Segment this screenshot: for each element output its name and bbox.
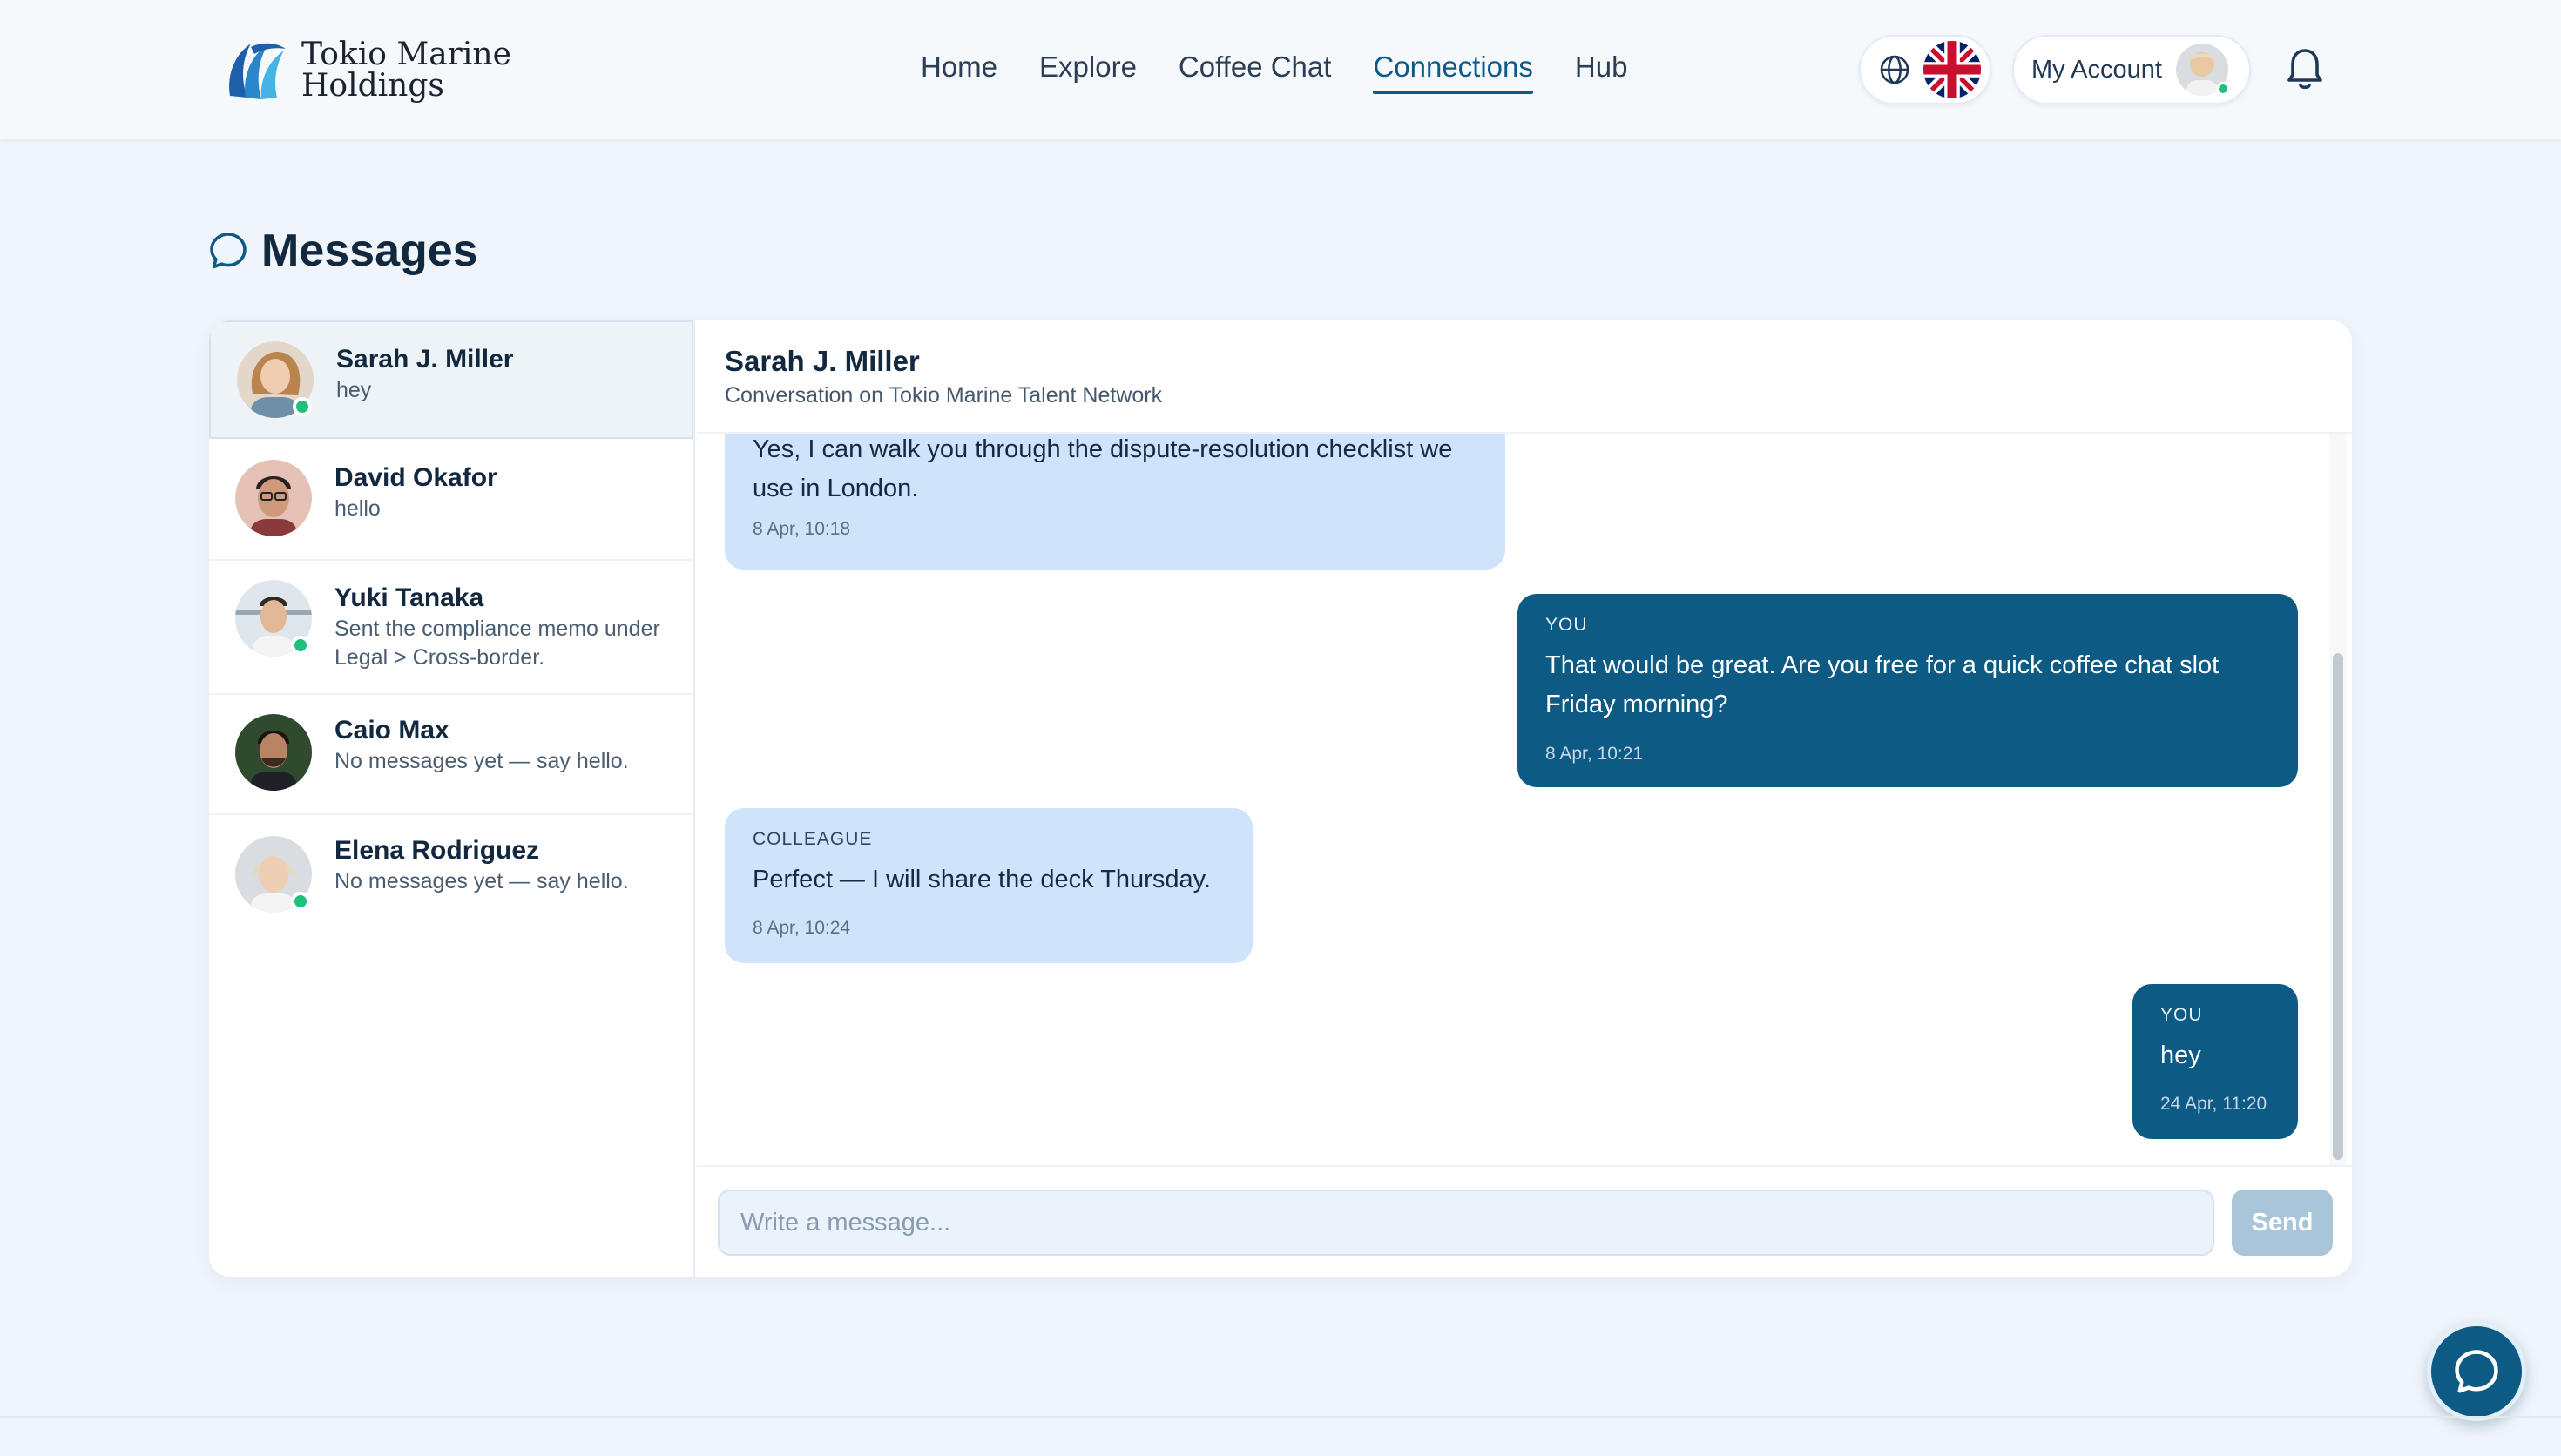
conversation-item-david-okafor[interactable]: David Okafor hello (209, 441, 693, 561)
main-nav: Home Explore Coffee Chat Connections Hub (921, 45, 1627, 98)
message-sender: YOU (2160, 1005, 2203, 1025)
nav-hub[interactable]: Hub (1575, 45, 1628, 91)
account-online-dot (2215, 82, 2230, 96)
conversation-name: David Okafor (334, 463, 497, 492)
chat-subtitle: Conversation on Tokio Marine Talent Netw… (725, 383, 1163, 408)
avatar (237, 341, 314, 418)
nav-connections[interactable]: Connections (1373, 45, 1534, 94)
message-thread[interactable]: Yes, I can walk you through the dispute-… (697, 434, 2352, 1165)
message-text: Yes, I can walk you through the dispute-… (753, 435, 1453, 502)
conversation-name: Sarah J. Miller (336, 345, 514, 374)
message-bubble-incoming: COLLEAGUE Perfect — I will share the dec… (725, 808, 1253, 963)
message-text: That would be great. Are you free for a … (1545, 651, 2220, 718)
conversation-name: Yuki Tanaka (334, 583, 484, 612)
message-text: hey (2160, 1041, 2201, 1069)
brand-name: Tokio Marine Holdings (301, 39, 511, 102)
conversation-preview: hello (334, 496, 381, 521)
footer-divider (0, 1416, 2561, 1418)
conversation-preview: No messages yet — say hello. (334, 749, 629, 773)
page-title: Messages (261, 226, 478, 276)
floating-chat-button[interactable] (2427, 1322, 2526, 1421)
chat-header: Sarah J. Miller Conversation on Tokio Ma… (697, 320, 2352, 434)
chat-bubble-icon (210, 233, 247, 269)
avatar-image (235, 460, 312, 536)
conversation-preview: Sent the compliance memo under Legal > C… (334, 617, 660, 670)
nav-explore[interactable]: Explore (1039, 45, 1137, 91)
bell-icon[interactable] (2284, 45, 2326, 94)
conversation-preview: No messages yet — say hello. (334, 869, 629, 893)
avatar (235, 460, 312, 536)
conversation-item-caio-max[interactable]: Caio Max No messages yet — say hello. (209, 695, 693, 815)
message-sender: COLLEAGUE (753, 829, 873, 849)
conversation-item-yuki-tanaka[interactable]: Yuki Tanaka Sent the compliance memo und… (209, 561, 693, 695)
uk-flag-icon (1923, 41, 1981, 98)
avatar-image (235, 714, 312, 791)
brand-logo[interactable]: Tokio Marine Holdings (221, 31, 517, 110)
chat-contact-name: Sarah J. Miller (725, 345, 920, 377)
page-title-row: Messages (207, 225, 478, 277)
nav-home[interactable]: Home (921, 45, 997, 91)
top-header: Tokio Marine Holdings Home Explore Coffe… (0, 0, 2561, 139)
message-bubble-outgoing: YOU hey 24 Apr, 11:20 (2132, 984, 2298, 1139)
conversation-preview: hey (336, 378, 372, 402)
conversation-item-elena-rodriguez[interactable]: Elena Rodriguez No messages yet — say he… (209, 815, 693, 937)
conversation-name: Caio Max (334, 716, 449, 745)
online-status-dot (293, 397, 312, 416)
nav-coffee-chat[interactable]: Coffee Chat (1179, 45, 1332, 91)
thread-scrollbar-thumb[interactable] (2333, 653, 2343, 1160)
message-bubble-incoming: Yes, I can walk you through the dispute-… (725, 434, 1505, 570)
message-text: Perfect — I will share the deck Thursday… (753, 866, 1211, 893)
chat-bubble-icon (2455, 1350, 2498, 1393)
message-time: 8 Apr, 10:24 (753, 918, 851, 938)
message-time: 24 Apr, 11:20 (2160, 1094, 2267, 1114)
message-sender: YOU (1545, 615, 1588, 635)
tokio-marine-logo-icon (229, 43, 286, 99)
online-status-dot (291, 892, 310, 911)
online-status-dot (291, 636, 310, 655)
my-account-label: My Account (2031, 55, 2162, 84)
message-bubble-outgoing: YOU That would be great. Are you free fo… (1517, 594, 2298, 787)
language-selector[interactable] (1859, 35, 1991, 104)
message-composer: Send (697, 1165, 2352, 1277)
account-avatar (2175, 44, 2230, 101)
message-time: 8 Apr, 10:21 (1545, 744, 1644, 764)
send-button[interactable]: Send (2232, 1190, 2333, 1256)
my-account-button[interactable]: My Account (2012, 35, 2251, 104)
conversation-name: Elena Rodriguez (334, 836, 540, 865)
brand-name-line2: Holdings (301, 68, 444, 104)
avatar (235, 836, 312, 913)
messages-card: Sarah J. Miller hey David Okafor hello Y… (209, 320, 2352, 1277)
conversation-list: Sarah J. Miller hey David Okafor hello Y… (209, 320, 695, 1277)
avatar (235, 714, 312, 791)
avatar (235, 580, 312, 657)
globe-icon (1880, 55, 1909, 84)
brand-name-line1: Tokio Marine (301, 37, 511, 72)
message-input[interactable] (718, 1190, 2214, 1256)
conversation-item-sarah-miller[interactable]: Sarah J. Miller hey (209, 320, 693, 439)
message-time: 8 Apr, 10:18 (753, 519, 851, 539)
